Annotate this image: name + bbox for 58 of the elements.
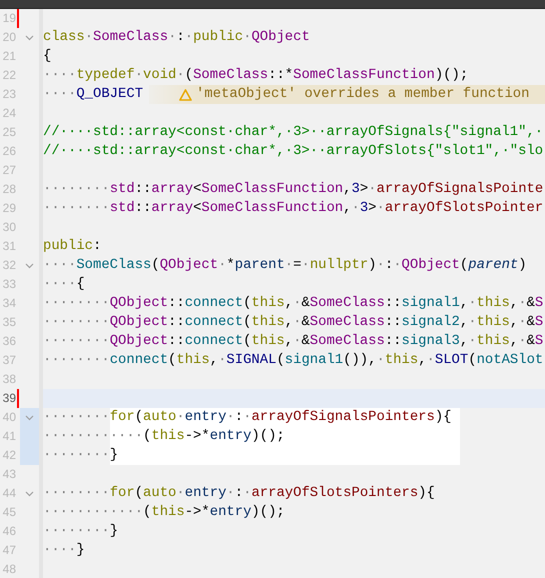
code-line: ········QObject::connect(this,·&SomeClass::signal2,·this,·&S bbox=[43, 313, 544, 332]
code-line: ········QObject::connect(this,·&SomeClass::signal1,·this,·&S bbox=[43, 294, 544, 313]
code-line: ····} bbox=[43, 541, 85, 560]
code-line: ············(this->*entry)(); bbox=[43, 503, 285, 522]
warning-icon bbox=[179, 88, 192, 100]
warning-message: 'metaObject' overrides a member function bbox=[196, 85, 530, 104]
chevron-icon[interactable] bbox=[25, 414, 34, 420]
line-number: 23 bbox=[2, 86, 16, 103]
line-number: 40 bbox=[2, 409, 16, 426]
line-number: 37 bbox=[2, 352, 16, 369]
line-number: 35 bbox=[2, 314, 16, 331]
line-number: 33 bbox=[2, 276, 16, 293]
code-line: { bbox=[43, 47, 52, 66]
line-number: 21 bbox=[2, 48, 16, 65]
code-line: ········std::array<SomeClassFunction,·3>·arrayOfSlotsPointer bbox=[43, 199, 544, 218]
code-line: ········} bbox=[43, 522, 118, 541]
chevron-icon[interactable] bbox=[25, 490, 34, 496]
line-number: 32 bbox=[2, 257, 16, 274]
line-number: 31 bbox=[2, 238, 16, 255]
line-number: 34 bbox=[2, 295, 16, 312]
code-line: ········QObject::connect(this,·&SomeClass::signal3,·this,·&S bbox=[43, 332, 544, 351]
code-line: ····SomeClass(QObject·*parent·=·nullptr)·:·QObject(parent) bbox=[43, 256, 527, 275]
line-number: 20 bbox=[2, 29, 16, 46]
line-number: 30 bbox=[2, 219, 16, 236]
line-number: 45 bbox=[2, 504, 16, 521]
code-line: //····std::array<const·char*,·3>··arrayOfSignals{"signal1",· bbox=[43, 123, 544, 142]
code-line: ············(this->*entry)(); bbox=[43, 427, 460, 446]
code-line: ········} bbox=[43, 446, 460, 465]
chevron-icon[interactable] bbox=[25, 262, 34, 268]
line-number: 41 bbox=[2, 428, 16, 445]
code-line: ········connect(this,·SIGNAL(signal1()),·this,·SLOT(notASlot bbox=[43, 351, 544, 370]
code-line: ········std::array<SomeClassFunction,3>·arrayOfSignalsPointe bbox=[43, 180, 544, 199]
code-line: ····{ bbox=[43, 275, 85, 294]
code-line: ········for(auto·entry·:·arrayOfSignalsPointers){ bbox=[43, 408, 460, 427]
line-number: 47 bbox=[2, 542, 16, 559]
line-number: 42 bbox=[2, 447, 16, 464]
line-number: 28 bbox=[2, 181, 16, 198]
code-line: ········for(auto·entry·:·arrayOfSlotsPointers){ bbox=[43, 484, 435, 503]
line-number: 44 bbox=[2, 485, 16, 502]
line-number: 24 bbox=[2, 105, 16, 122]
line-number: 19 bbox=[2, 10, 16, 27]
line-number: 38 bbox=[2, 371, 16, 388]
line-number: 48 bbox=[2, 561, 16, 578]
line-number: 43 bbox=[2, 466, 16, 483]
code-line: public: bbox=[43, 237, 102, 256]
line-number: 46 bbox=[2, 523, 16, 540]
line-number: 25 bbox=[2, 124, 16, 141]
code-line: ····typedef·void·(SomeClass::*SomeClassFunction)(); bbox=[43, 66, 468, 85]
code-line: //····std::array<const·char*,·3>··arrayOfSlots{"slot1",·"slo bbox=[43, 142, 544, 161]
code-line: ····Q_OBJECT bbox=[43, 85, 144, 104]
code-line: class·SomeClass·:·public·QObject bbox=[43, 28, 310, 47]
line-number: 27 bbox=[2, 162, 16, 179]
line-number: 26 bbox=[2, 143, 16, 160]
line-number: 29 bbox=[2, 200, 16, 217]
line-number: 36 bbox=[2, 333, 16, 350]
line-number: 22 bbox=[2, 67, 16, 84]
line-number: 39 bbox=[2, 390, 16, 407]
chevron-icon[interactable] bbox=[25, 34, 34, 40]
